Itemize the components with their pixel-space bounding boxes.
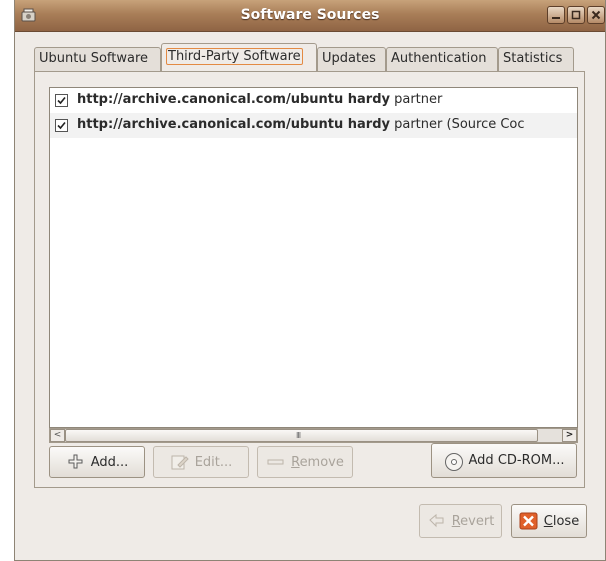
plus-icon xyxy=(66,453,86,471)
add-button[interactable]: Add... xyxy=(49,446,145,478)
titlebar[interactable]: Software Sources xyxy=(15,0,605,32)
add-cdrom-label: Add CD-ROM... xyxy=(468,453,565,468)
revert-label: Revert xyxy=(452,514,495,529)
tab-label: Authentication xyxy=(391,51,487,66)
maximize-icon xyxy=(571,10,581,20)
grip-icon: III xyxy=(296,431,301,440)
check-icon xyxy=(57,96,66,105)
edit-icon xyxy=(170,453,190,471)
revert-mnemonic: R xyxy=(451,513,461,529)
remove-mnemonic: R xyxy=(291,454,300,470)
source-url: http://archive.canonical.com/ubuntu hard… xyxy=(77,117,390,132)
source-checkbox[interactable] xyxy=(55,94,68,107)
source-component: partner xyxy=(389,92,443,107)
tab-authentication[interactable]: Authentication xyxy=(386,47,498,71)
maximize-button[interactable] xyxy=(567,6,585,24)
tab-ubuntu-software[interactable]: Ubuntu Software xyxy=(34,47,161,71)
close-x-icon xyxy=(519,512,539,530)
tab-label: Updates xyxy=(322,51,376,66)
tab-statistics[interactable]: Statistics xyxy=(498,47,574,71)
close-button[interactable]: Close xyxy=(511,504,587,538)
edit-label: Edit... xyxy=(194,454,233,470)
software-sources-window: Software Sources Ubuntu Software Third-P… xyxy=(14,0,606,561)
tab-label: Statistics xyxy=(503,51,563,66)
remove-button[interactable]: Remove xyxy=(257,446,353,478)
close-icon xyxy=(591,10,601,20)
scrollbar-thumb[interactable]: III xyxy=(65,429,538,442)
revert-button[interactable]: Revert xyxy=(419,504,502,538)
list-item[interactable]: http://archive.canonical.com/ubuntu hard… xyxy=(50,113,577,138)
close-mnemonic: C xyxy=(543,513,553,529)
edit-button[interactable]: Edit... xyxy=(153,446,249,478)
add-cdrom-button[interactable]: Add CD-ROM... xyxy=(431,443,577,478)
minimize-button[interactable] xyxy=(547,6,565,24)
revert-icon xyxy=(427,512,447,530)
horizontal-scrollbar[interactable]: < III > xyxy=(49,428,578,443)
close-label: Close xyxy=(544,514,579,529)
scroll-left-button[interactable]: < xyxy=(50,429,65,442)
source-checkbox[interactable] xyxy=(55,119,68,132)
add-label: Add... xyxy=(90,454,129,470)
source-url: http://archive.canonical.com/ubuntu hard… xyxy=(77,92,390,107)
close-window-button[interactable] xyxy=(587,6,605,24)
third-party-panel: http://archive.canonical.com/ubuntu hard… xyxy=(34,71,585,488)
window-title: Software Sources xyxy=(240,7,380,23)
revert-label-rest: evert xyxy=(460,513,495,529)
check-icon xyxy=(57,121,66,130)
tab-third-party-software[interactable]: Third-Party Software xyxy=(161,43,317,72)
close-label-rest: lose xyxy=(552,513,580,529)
scroll-right-button[interactable]: > xyxy=(562,429,577,442)
cdrom-icon xyxy=(444,452,464,471)
remove-label: Remove xyxy=(291,455,344,470)
source-text: http://archive.canonical.com/ubuntu hard… xyxy=(77,92,442,107)
list-item[interactable]: http://archive.canonical.com/ubuntu hard… xyxy=(50,88,577,113)
source-text: http://archive.canonical.com/ubuntu hard… xyxy=(77,117,525,132)
tab-label: Third-Party Software xyxy=(166,48,303,65)
tab-label: Ubuntu Software xyxy=(39,51,149,66)
source-component: partner (Source Coc xyxy=(389,117,525,132)
tab-updates[interactable]: Updates xyxy=(317,47,386,71)
minus-icon xyxy=(266,453,286,471)
minimize-icon xyxy=(552,17,560,19)
sources-list[interactable]: http://archive.canonical.com/ubuntu hard… xyxy=(49,87,578,428)
remove-label-rest: emove xyxy=(299,454,344,470)
